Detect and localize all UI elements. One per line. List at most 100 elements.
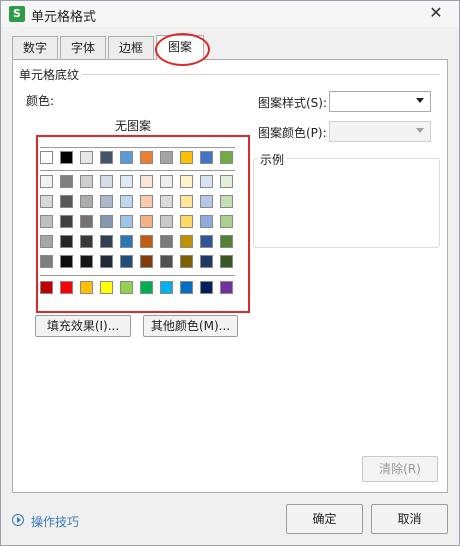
chevron-down-icon bbox=[416, 98, 424, 103]
tab-number[interactable]: 数字 bbox=[12, 36, 58, 59]
color-swatch-shade4-0[interactable] bbox=[40, 235, 53, 248]
color-swatch-shade1-4[interactable] bbox=[120, 175, 133, 188]
pattern-style-label: 图案样式(S): bbox=[258, 96, 328, 110]
color-swatch-theme-9[interactable] bbox=[220, 151, 233, 164]
color-swatch-standard-4[interactable] bbox=[120, 281, 133, 294]
color-swatch-shade4-3[interactable] bbox=[100, 235, 113, 248]
ok-button[interactable]: 确定 bbox=[286, 504, 363, 534]
color-swatch-shade4-5[interactable] bbox=[140, 235, 153, 248]
color-swatch-shade2-6[interactable] bbox=[160, 195, 173, 208]
color-swatch-standard-3[interactable] bbox=[100, 281, 113, 294]
tips-label: 操作技巧 bbox=[31, 515, 80, 529]
more-colors-button[interactable]: 其他颜色(M)... bbox=[143, 315, 238, 337]
pattern-color-select[interactable] bbox=[329, 121, 431, 142]
tab-highlight-circle bbox=[155, 33, 210, 66]
color-swatch-theme-2[interactable] bbox=[80, 151, 93, 164]
color-swatch-standard-5[interactable] bbox=[140, 281, 153, 294]
color-swatch-theme-5[interactable] bbox=[140, 151, 153, 164]
color-swatch-shade3-2[interactable] bbox=[80, 215, 93, 228]
color-swatch-standard-6[interactable] bbox=[160, 281, 173, 294]
color-swatch-shade1-6[interactable] bbox=[160, 175, 173, 188]
title-bar: S 单元格格式 ✕ bbox=[1, 1, 459, 27]
color-label: 颜色: bbox=[26, 94, 55, 108]
fill-effect-button[interactable]: 填充效果(I)... bbox=[35, 315, 131, 337]
section-title-shading: 单元格底纹 bbox=[19, 68, 80, 82]
tab-border[interactable]: 边框 bbox=[108, 36, 154, 59]
cancel-button[interactable]: 取消 bbox=[371, 504, 448, 534]
color-swatch-shade3-9[interactable] bbox=[220, 215, 233, 228]
color-swatch-shade4-1[interactable] bbox=[60, 235, 73, 248]
color-swatch-shade5-8[interactable] bbox=[200, 255, 213, 268]
color-swatch-shade1-3[interactable] bbox=[100, 175, 113, 188]
color-swatch-theme-4[interactable] bbox=[120, 151, 133, 164]
color-swatch-shade1-8[interactable] bbox=[200, 175, 213, 188]
color-swatch-shade5-4[interactable] bbox=[120, 255, 133, 268]
color-swatch-standard-1[interactable] bbox=[60, 281, 73, 294]
color-swatch-shade2-8[interactable] bbox=[200, 195, 213, 208]
color-swatch-shade1-1[interactable] bbox=[60, 175, 73, 188]
color-swatch-shade5-3[interactable] bbox=[100, 255, 113, 268]
color-swatch-shade2-2[interactable] bbox=[80, 195, 93, 208]
color-swatch-shade3-1[interactable] bbox=[60, 215, 73, 228]
pattern-color-label: 图案颜色(P): bbox=[258, 126, 327, 140]
color-swatch-shade4-4[interactable] bbox=[120, 235, 133, 248]
palette-separator-top bbox=[40, 147, 235, 148]
play-circle-icon bbox=[12, 514, 24, 526]
color-swatch-standard-2[interactable] bbox=[80, 281, 93, 294]
color-swatch-shade1-5[interactable] bbox=[140, 175, 153, 188]
color-swatch-shade4-2[interactable] bbox=[80, 235, 93, 248]
color-swatch-shade2-1[interactable] bbox=[60, 195, 73, 208]
color-swatch-shade5-9[interactable] bbox=[220, 255, 233, 268]
app-logo-icon: S bbox=[9, 6, 25, 22]
color-swatch-shade2-0[interactable] bbox=[40, 195, 53, 208]
close-icon[interactable]: ✕ bbox=[421, 2, 451, 24]
color-swatch-shade3-6[interactable] bbox=[160, 215, 173, 228]
tab-font[interactable]: 字体 bbox=[60, 36, 106, 59]
color-swatch-shade2-7[interactable] bbox=[180, 195, 193, 208]
color-swatch-shade2-5[interactable] bbox=[140, 195, 153, 208]
color-swatch-theme-6[interactable] bbox=[160, 151, 173, 164]
color-swatch-shade2-4[interactable] bbox=[120, 195, 133, 208]
sample-preview-box bbox=[253, 158, 440, 248]
color-swatch-shade3-8[interactable] bbox=[200, 215, 213, 228]
dialog-title: 单元格格式 bbox=[31, 10, 97, 25]
color-swatch-shade4-9[interactable] bbox=[220, 235, 233, 248]
color-swatch-shade4-6[interactable] bbox=[160, 235, 173, 248]
color-swatch-shade5-5[interactable] bbox=[140, 255, 153, 268]
color-swatch-theme-7[interactable] bbox=[180, 151, 193, 164]
palette-separator-middle bbox=[40, 170, 235, 171]
color-swatch-shade1-7[interactable] bbox=[180, 175, 193, 188]
color-swatch-standard-8[interactable] bbox=[200, 281, 213, 294]
sample-label: 示例 bbox=[258, 151, 287, 168]
color-swatch-shade3-0[interactable] bbox=[40, 215, 53, 228]
color-swatch-theme-8[interactable] bbox=[200, 151, 213, 164]
section-divider bbox=[82, 74, 440, 75]
color-swatch-shade5-1[interactable] bbox=[60, 255, 73, 268]
color-swatch-shade3-5[interactable] bbox=[140, 215, 153, 228]
color-swatch-shade5-2[interactable] bbox=[80, 255, 93, 268]
color-swatch-theme-1[interactable] bbox=[60, 151, 73, 164]
color-swatch-shade1-2[interactable] bbox=[80, 175, 93, 188]
clear-button[interactable]: 清除(R) bbox=[362, 456, 438, 482]
color-swatch-standard-9[interactable] bbox=[220, 281, 233, 294]
color-swatch-standard-0[interactable] bbox=[40, 281, 53, 294]
color-swatch-shade3-3[interactable] bbox=[100, 215, 113, 228]
color-swatch-shade4-7[interactable] bbox=[180, 235, 193, 248]
color-swatch-standard-7[interactable] bbox=[180, 281, 193, 294]
color-swatch-shade3-4[interactable] bbox=[120, 215, 133, 228]
color-swatch-shade1-0[interactable] bbox=[40, 175, 53, 188]
color-swatch-shade2-3[interactable] bbox=[100, 195, 113, 208]
color-swatch-shade2-9[interactable] bbox=[220, 195, 233, 208]
pattern-style-select[interactable] bbox=[329, 91, 431, 112]
no-pattern-option[interactable]: 无图案 bbox=[115, 117, 151, 134]
color-swatch-theme-3[interactable] bbox=[100, 151, 113, 164]
color-swatch-shade5-6[interactable] bbox=[160, 255, 173, 268]
color-swatch-shade4-8[interactable] bbox=[200, 235, 213, 248]
chevron-down-icon bbox=[416, 128, 424, 133]
color-swatch-shade5-7[interactable] bbox=[180, 255, 193, 268]
color-swatch-theme-0[interactable] bbox=[40, 151, 53, 164]
color-swatch-shade5-0[interactable] bbox=[40, 255, 53, 268]
palette-separator-bottom bbox=[40, 275, 235, 276]
color-swatch-shade3-7[interactable] bbox=[180, 215, 193, 228]
color-swatch-shade1-9[interactable] bbox=[220, 175, 233, 188]
